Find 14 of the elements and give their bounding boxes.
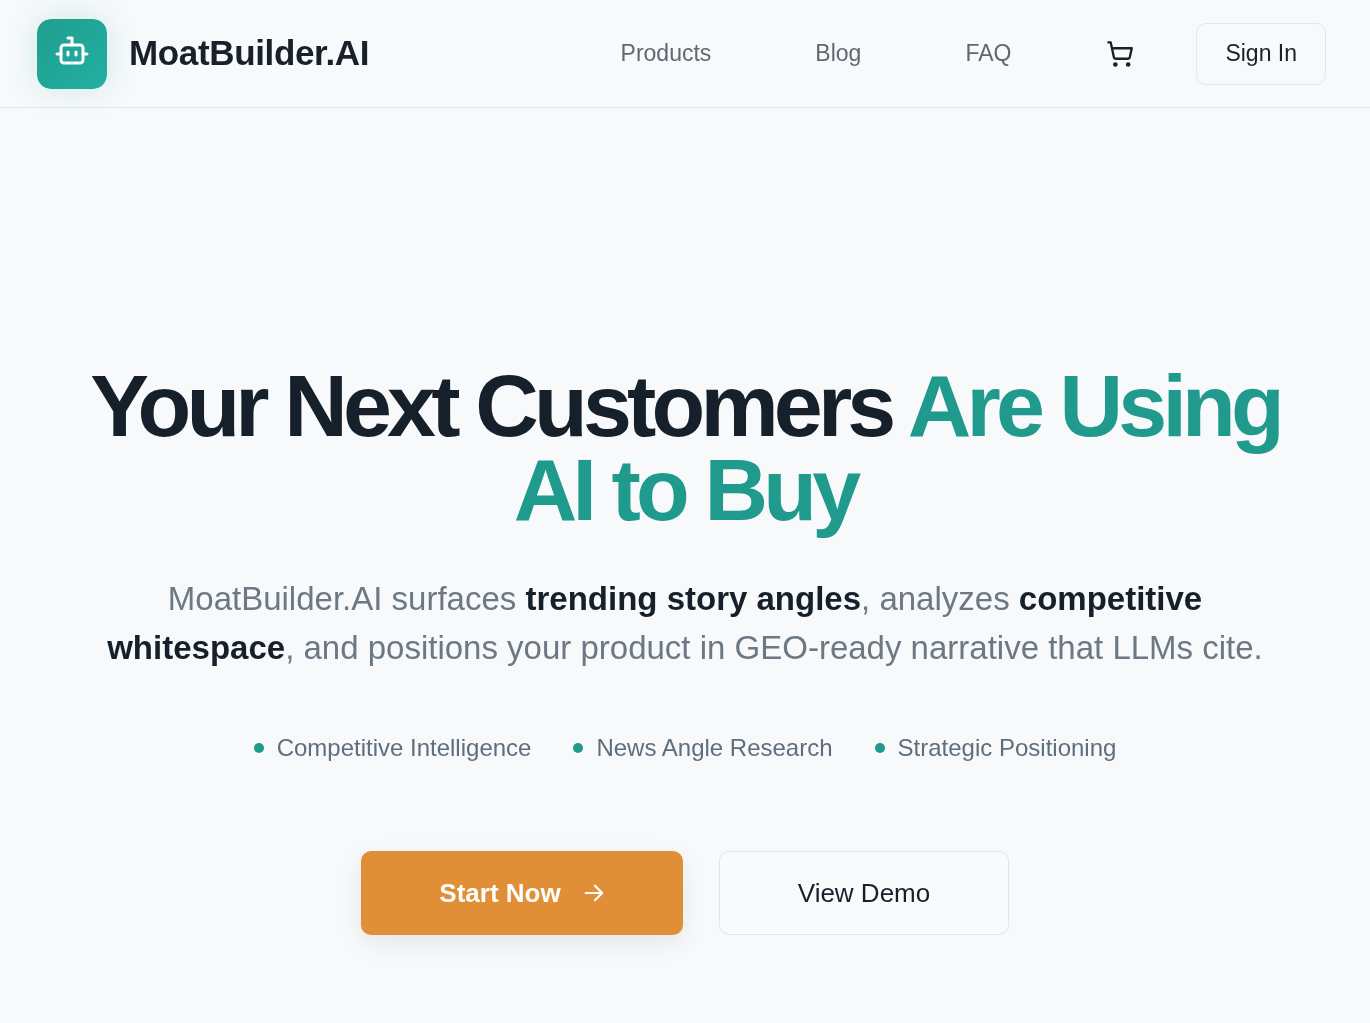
nav-link[interactable]: FAQ [965,36,1012,71]
arrow-right-icon [582,882,605,904]
feature-label: News Angle Research [596,733,833,763]
sign-in-button[interactable]: Sign In [1196,22,1326,85]
hero-description: MoatBuilder.AI surfaces trending story angles, analyzes competitive whitespace, and positions your product in GEO-ready narrative that LLMs cite. [106,579,1264,668]
feature-label: Competitive Intelligence [276,733,532,763]
nav-link[interactable]: Blog [815,36,862,71]
cart-icon[interactable] [1106,39,1135,68]
view-demo-button[interactable]: View Demo [719,851,1009,935]
nav-link[interactable]: Products [620,36,712,71]
hero-headline: Your Next Customers Are Using AI to Buy [89,360,1281,541]
feature-label: Strategic Positioning [897,733,1117,763]
robot-icon [37,18,107,89]
brand-name[interactable]: MoatBuilder.AI [129,27,370,80]
